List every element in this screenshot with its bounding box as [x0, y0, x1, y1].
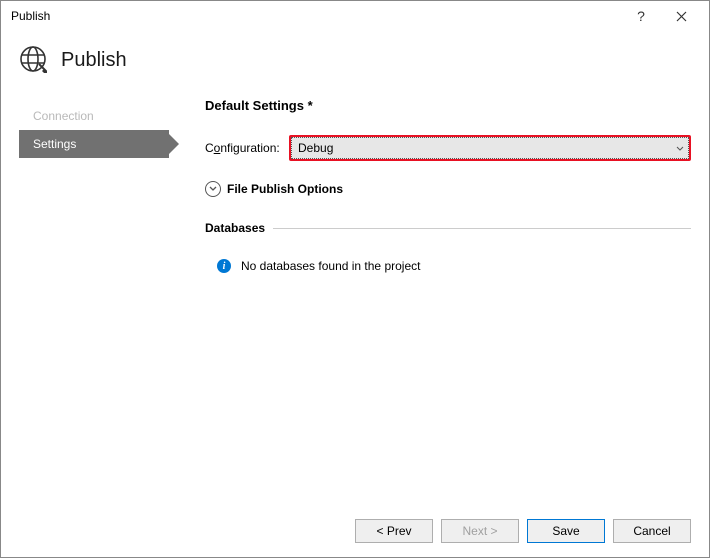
help-icon: ? [637, 8, 645, 24]
file-publish-options-expander[interactable]: File Publish Options [205, 181, 691, 197]
close-button[interactable] [661, 2, 701, 30]
configuration-highlight: Debug [289, 135, 691, 161]
prev-button[interactable]: < Prev [355, 519, 433, 543]
configuration-row: Configuration: Debug [205, 135, 691, 161]
sidebar-nav: Connection Settings [19, 98, 169, 273]
page-title: Publish [61, 49, 127, 72]
titlebar: Publish ? [1, 1, 709, 31]
databases-message: No databases found in the project [241, 259, 420, 273]
dialog-footer: < Prev Next > Save Cancel [1, 505, 709, 557]
nav-label: Connection [33, 109, 94, 123]
next-button[interactable]: Next > [441, 519, 519, 543]
dialog-body: Connection Settings Default Settings * C… [1, 98, 709, 273]
nav-item-settings[interactable]: Settings [19, 130, 169, 158]
section-heading: Default Settings * [205, 98, 691, 113]
expand-icon [205, 181, 221, 197]
close-icon [676, 11, 687, 22]
save-button[interactable]: Save [527, 519, 605, 543]
nav-label: Settings [33, 137, 76, 151]
globe-icon [19, 45, 47, 76]
section-label: Databases [205, 221, 265, 235]
databases-message-row: i No databases found in the project [205, 259, 691, 273]
chevron-down-icon [676, 141, 684, 155]
configuration-label: Configuration: [205, 141, 289, 155]
configuration-dropdown[interactable]: Debug [291, 137, 689, 159]
window-title: Publish [11, 9, 621, 23]
divider [273, 228, 691, 229]
cancel-button[interactable]: Cancel [613, 519, 691, 543]
help-button[interactable]: ? [621, 2, 661, 30]
settings-page: Default Settings * Configuration: Debug … [169, 98, 691, 273]
databases-section-header: Databases [205, 221, 691, 235]
expander-label: File Publish Options [227, 182, 343, 196]
configuration-value: Debug [298, 141, 333, 155]
info-icon: i [217, 259, 231, 273]
nav-item-connection[interactable]: Connection [19, 102, 169, 130]
dialog-header: Publish [1, 31, 709, 98]
